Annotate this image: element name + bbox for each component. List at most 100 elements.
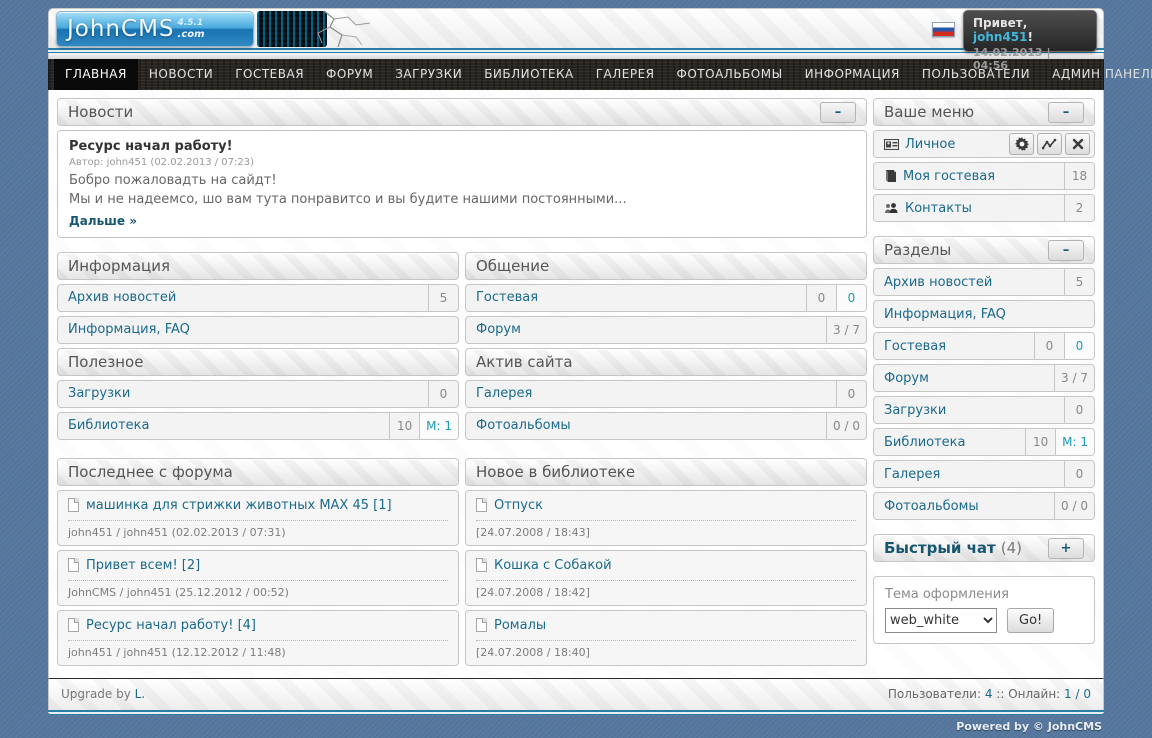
menu-row-forum: Форум 3 / 7	[873, 364, 1095, 392]
content-area: Новости – Ресурс начал работу! Автор: jo…	[48, 90, 1104, 678]
info-faq-link[interactable]: Информация, FAQ	[874, 307, 1094, 322]
count-badge: 10	[389, 413, 419, 439]
activity-button[interactable]	[1037, 133, 1062, 155]
forum-latest-title: Последнее с форума	[68, 463, 233, 481]
forum-topic-link[interactable]: машинка для стрижки животных MAX 45 [1]	[86, 498, 392, 513]
document-icon	[68, 618, 79, 632]
contacts-link[interactable]: Контакты	[874, 201, 1064, 216]
id-card-icon	[884, 139, 899, 150]
library-item-link[interactable]: Отпуск	[494, 498, 543, 513]
close-icon	[1072, 138, 1084, 150]
moderation-count-badge[interactable]: М: 1	[419, 413, 458, 439]
menu-row-gallery: Галерея 0	[873, 460, 1095, 488]
count-badge: 0 / 0	[1054, 493, 1094, 519]
settings-gear-button[interactable]	[1009, 133, 1034, 155]
menu-row-library: Библиотека 10 М: 1	[873, 428, 1095, 456]
datetime-separator: |	[1046, 46, 1050, 59]
document-icon	[476, 618, 487, 632]
library-link[interactable]: Библиотека	[58, 418, 389, 433]
menu-row-photoalbums: Фотоальбомы 0 / 0	[465, 412, 867, 440]
news-title: Новости	[68, 103, 133, 121]
menu-row-contacts: Контакты 2	[873, 194, 1095, 222]
nav-item-forum[interactable]: ФОРУМ	[315, 59, 384, 90]
current-time: 04:56	[973, 59, 1008, 72]
info-section-title: Информация	[68, 257, 170, 275]
forum-link[interactable]: Форум	[874, 371, 1054, 386]
language-flag-icon[interactable]	[932, 22, 955, 37]
library-link[interactable]: Библиотека	[874, 435, 1025, 450]
menu-row-my-guestbook: Моя гостевая 18	[873, 162, 1095, 190]
top-header: JohnCMS 4.5.1 .com Привет, john451! 14.0…	[48, 8, 1104, 48]
count-badge: 0	[1034, 333, 1064, 359]
news-archive-link[interactable]: Архив новостей	[874, 275, 1064, 290]
count-badge: 5	[428, 285, 458, 311]
info-faq-link[interactable]: Информация, FAQ	[58, 322, 458, 337]
news-archive-link[interactable]: Архив новостей	[58, 290, 428, 305]
info-section-header: Информация	[57, 252, 459, 280]
guestbook-link[interactable]: Гостевая	[466, 290, 806, 305]
nav-item-main[interactable]: ГЛАВНАЯ	[54, 59, 138, 90]
quick-chat-expand-button[interactable]: +	[1048, 538, 1084, 559]
powered-by: Powered by © JohnCMS	[48, 715, 1104, 738]
news-more-link[interactable]: Дальше »	[69, 214, 137, 228]
theme-go-button[interactable]: Go!	[1007, 608, 1054, 633]
new-count-badge[interactable]: 0	[1064, 333, 1094, 359]
nav-item-downloads[interactable]: ЗАГРУЗКИ	[384, 59, 473, 90]
greeting-suffix: !	[1028, 30, 1033, 44]
my-guestbook-link[interactable]: Моя гостевая	[874, 169, 1064, 184]
forum-topic-link[interactable]: Ресурс начал работу! [4]	[86, 618, 256, 633]
library-item: Ромалы [24.07.2008 / 18:40]	[465, 610, 867, 666]
communication-column: Общение Гостевая 0 0 Форум 3 / 7 Актив с…	[465, 252, 867, 444]
news-collapse-button[interactable]: –	[820, 102, 856, 123]
site-logo[interactable]: JohnCMS 4.5.1 .com	[56, 11, 254, 47]
menu-row-info-faq: Информация, FAQ	[873, 300, 1095, 328]
sections-collapse-button[interactable]: –	[1048, 240, 1084, 261]
theme-select[interactable]: web_white	[885, 608, 997, 633]
sidebar: Ваше меню – Личное	[873, 98, 1095, 670]
nav-item-gallery[interactable]: ГАЛЕРЕЯ	[585, 59, 666, 90]
online-label: Онлайн:	[1008, 687, 1060, 701]
forum-topic-item: Ресурс начал работу! [4] john451 / john4…	[57, 610, 459, 666]
nav-item-guestbook[interactable]: ГОСТЕВАЯ	[224, 59, 315, 90]
gallery-link[interactable]: Галерея	[874, 467, 1064, 482]
count-badge: 10	[1025, 429, 1055, 455]
moderation-count-badge[interactable]: М: 1	[1055, 429, 1094, 455]
current-date: 14.02.2013	[973, 46, 1043, 59]
close-button[interactable]	[1065, 133, 1090, 155]
profile-link[interactable]: Личное	[874, 137, 1009, 152]
nav-item-information[interactable]: ИНФОРМАЦИЯ	[794, 59, 911, 90]
photoalbums-link[interactable]: Фотоальбомы	[466, 418, 826, 433]
library-new-title: Новое в библиотеке	[476, 463, 635, 481]
quick-chat-link[interactable]: Быстрый чат	[884, 539, 996, 557]
upgrade-link[interactable]: L.	[135, 687, 146, 701]
downloads-link[interactable]: Загрузки	[58, 386, 428, 401]
count-badge: 18	[1064, 163, 1094, 189]
new-count-badge[interactable]: 0	[836, 285, 866, 311]
nav-item-photoalbums[interactable]: ФОТОАЛЬБОМЫ	[666, 59, 794, 90]
library-new-header: Новое в библиотеке	[465, 458, 867, 486]
library-item-link[interactable]: Кошка с Собакой	[494, 558, 612, 573]
forum-link[interactable]: Форум	[466, 322, 826, 337]
forum-topic-meta: john451 / john451 (02.02.2013 / 07:31)	[68, 521, 448, 539]
downloads-link[interactable]: Загрузки	[874, 403, 1064, 418]
users-count[interactable]: 4	[985, 687, 993, 701]
forum-topic-meta: john451 / john451 (12.12.2012 / 11:48)	[68, 641, 448, 659]
library-item-link[interactable]: Ромалы	[494, 618, 546, 633]
gallery-link[interactable]: Галерея	[466, 386, 836, 401]
page-wrapper: JohnCMS 4.5.1 .com Привет, john451! 14.0…	[48, 0, 1104, 738]
nav-item-library[interactable]: БИБЛИОТЕКА	[473, 59, 585, 90]
count-badge: 3 / 7	[1054, 365, 1094, 391]
user-menu-collapse-button[interactable]: –	[1048, 102, 1084, 123]
photoalbums-link[interactable]: Фотоальбомы	[874, 499, 1054, 514]
news-post-line1: Бобро пожаловадть на сайдт!	[69, 172, 855, 191]
gear-icon	[1015, 137, 1029, 151]
online-count[interactable]: 1 / 0	[1064, 687, 1091, 701]
forum-topic-link[interactable]: Привет всем! [2]	[86, 558, 200, 573]
crack-decoration	[304, 9, 374, 49]
username-link[interactable]: john451	[973, 30, 1028, 44]
count-badge: 0	[806, 285, 836, 311]
comm-section-header: Общение	[465, 252, 867, 280]
forum-latest-column: Последнее с форума машинка для стрижки ж…	[57, 458, 459, 670]
guestbook-link[interactable]: Гостевая	[874, 339, 1034, 354]
nav-item-news[interactable]: НОВОСТИ	[138, 59, 224, 90]
